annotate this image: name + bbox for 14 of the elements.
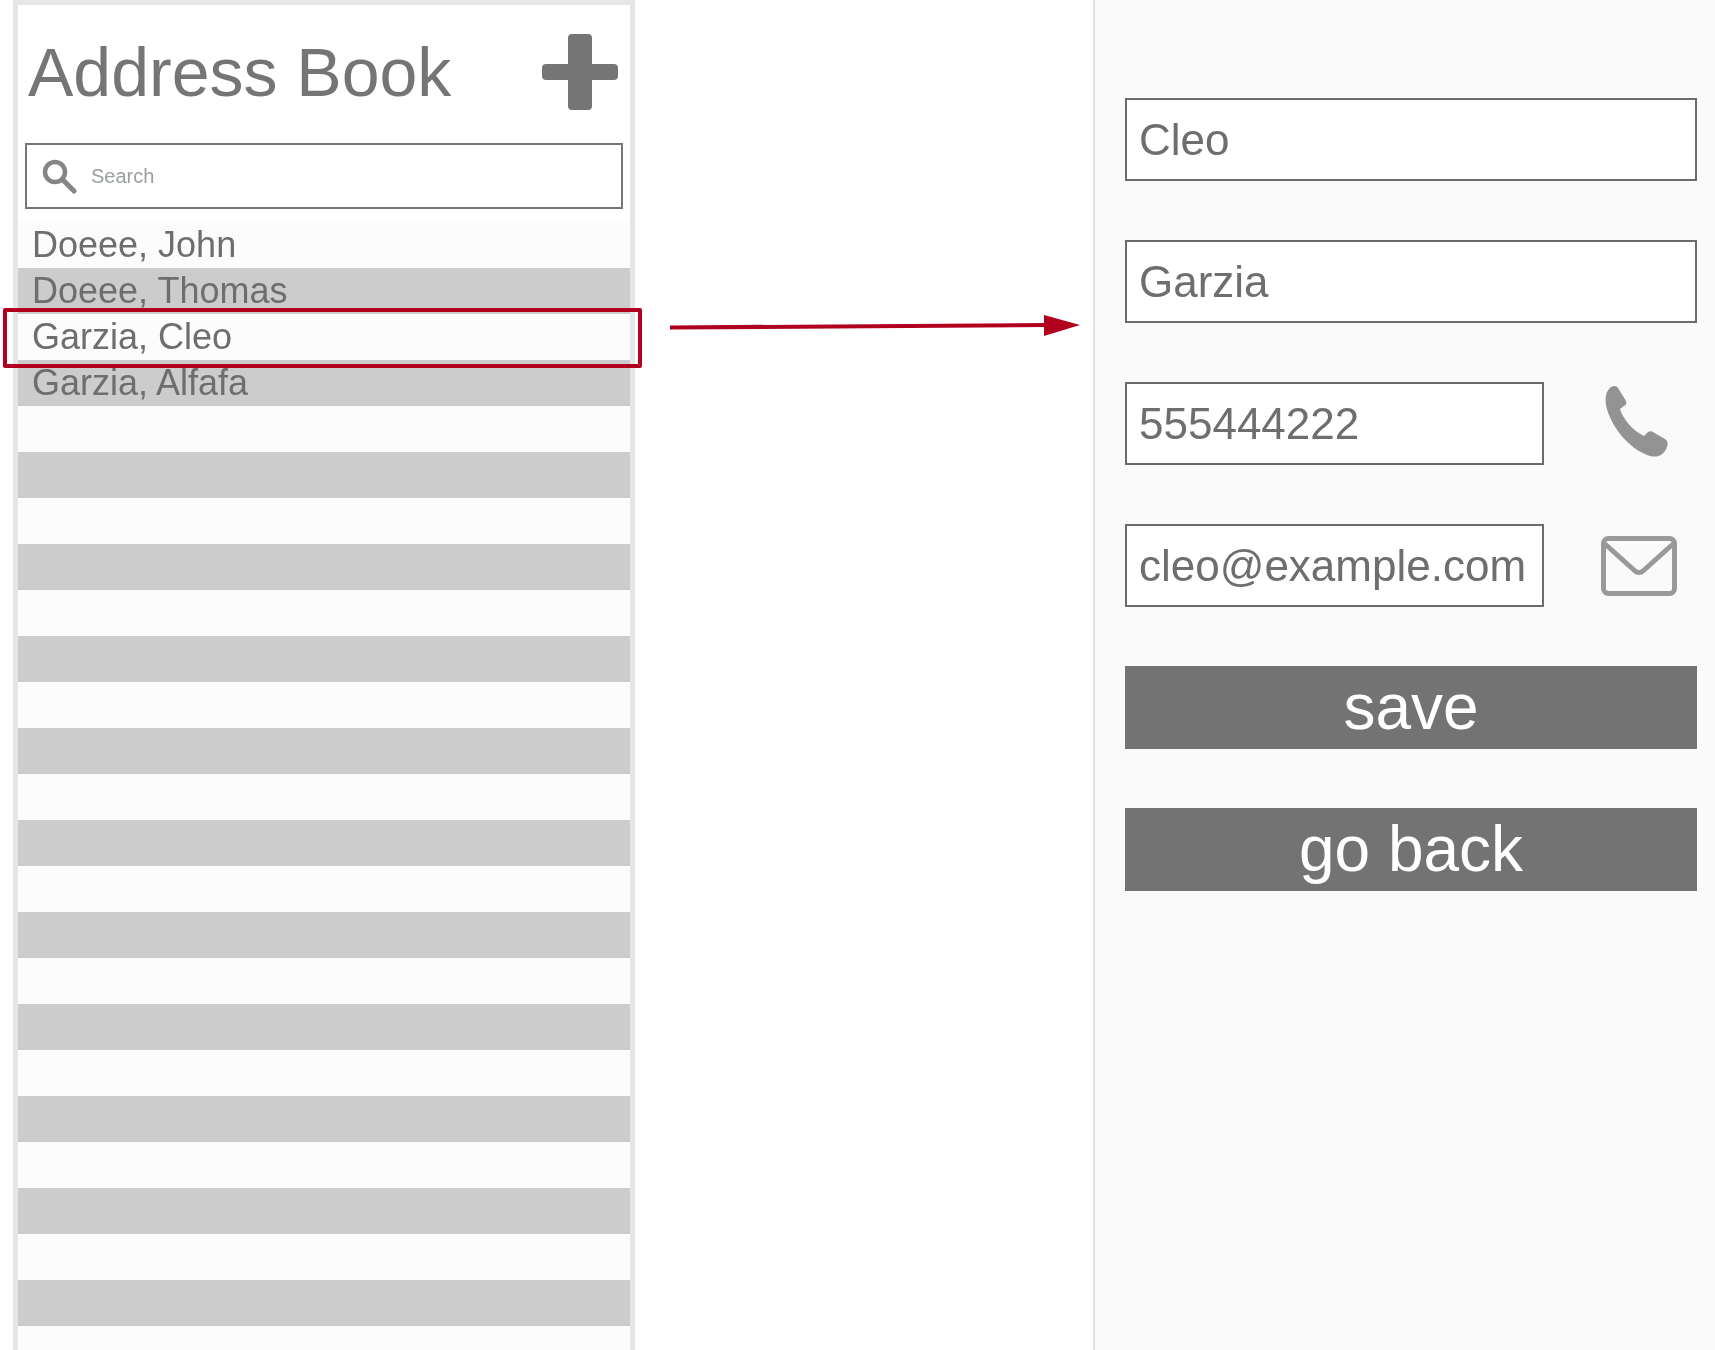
- contact-row[interactable]: Doeee, Thomas: [18, 268, 630, 314]
- input-field[interactable]: Garzia: [1125, 240, 1697, 323]
- add-icon[interactable]: [542, 33, 618, 110]
- form-button[interactable]: go back: [1125, 808, 1697, 891]
- app-title: Address Book: [28, 37, 452, 106]
- search-icon: [42, 158, 77, 194]
- search-field[interactable]: Search: [25, 143, 623, 209]
- input-field[interactable]: 555444222: [1125, 382, 1544, 465]
- search-placeholder: Search: [91, 164, 155, 188]
- input-field[interactable]: Cleo: [1125, 98, 1697, 181]
- input-field[interactable]: cleo@example.com: [1125, 524, 1544, 607]
- mail-icon: [1601, 535, 1677, 596]
- contact-row[interactable]: Garzia, Alfafa: [18, 360, 630, 406]
- form-button[interactable]: save: [1125, 666, 1697, 749]
